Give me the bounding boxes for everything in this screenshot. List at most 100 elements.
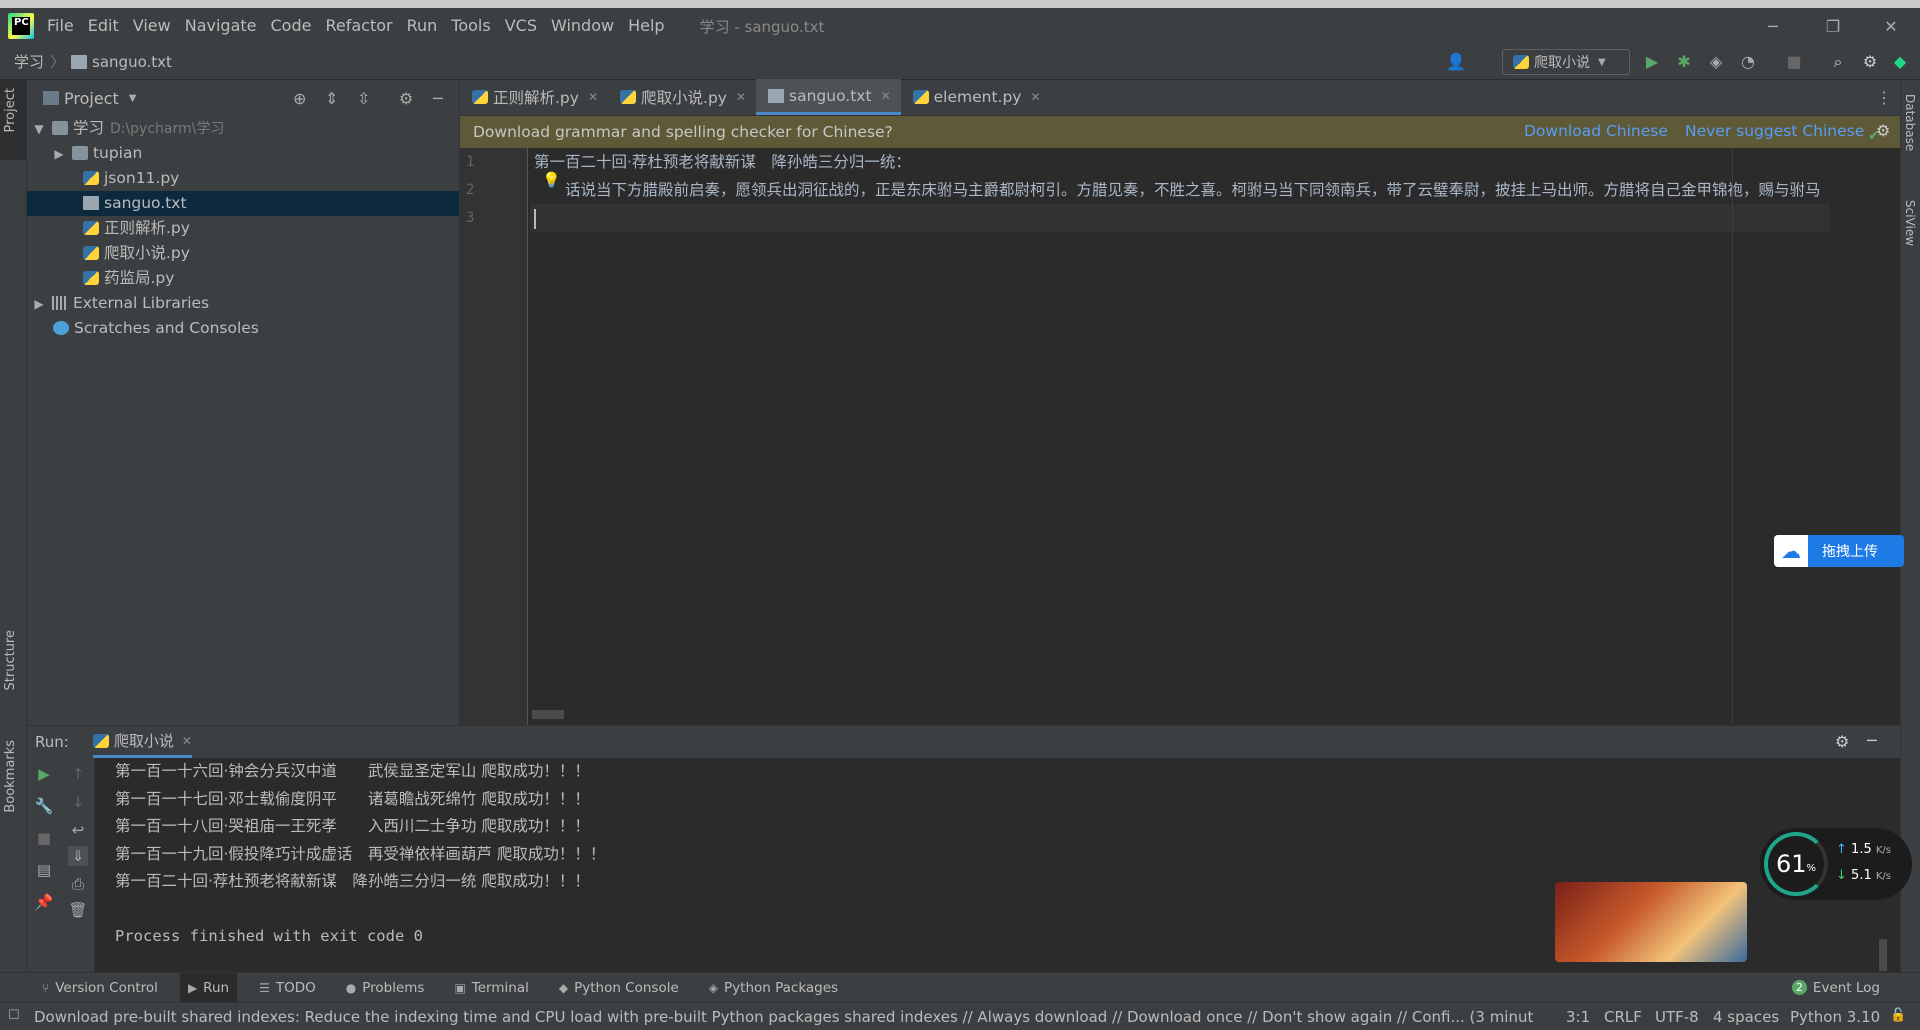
collapse-all-icon[interactable]: ⇳ [357,89,370,108]
breadcrumb-file[interactable]: sanguo.txt [92,53,172,71]
status-message[interactable]: Download pre-built shared indexes: Reduc… [34,1008,1534,1026]
tree-item-scratches[interactable]: Scratches and Consoles [27,316,459,341]
close-tab-icon[interactable]: ✕ [1030,90,1040,104]
restore-icon[interactable]: ❐ [1804,8,1862,44]
run-configuration-select[interactable]: 爬取小说 ▼ [1502,49,1630,75]
menu-code[interactable]: Code [264,8,319,44]
sciview-tool-tab[interactable]: SciView [1903,200,1917,246]
stop-icon[interactable]: ■ [1784,52,1804,72]
database-tool-tab[interactable]: Database [1903,94,1917,151]
run-tab[interactable]: 爬取小说 ✕ [92,726,192,758]
jetbrains-toolbox-icon[interactable]: ◆ [1890,52,1910,72]
close-tab-icon[interactable]: ✕ [881,89,891,103]
tab-terminal[interactable]: ▣ Terminal [446,973,536,1003]
tree-item-regex[interactable]: 正则解析.py [27,216,459,241]
hide-icon[interactable]: ─ [433,89,443,108]
line-separator[interactable]: CRLF [1604,1008,1642,1026]
network-speed-widget[interactable]: 61 % ↑ 1.5 K/s ↓ 5.1 K/s [1760,828,1912,900]
rerun-icon[interactable]: ▶ [34,764,54,784]
profile-icon[interactable]: ◔ [1738,52,1758,72]
user-icon[interactable]: 👤 [1446,52,1466,72]
coverage-icon[interactable]: ◈ [1706,52,1726,72]
tree-item-tupian[interactable]: ▶ tupian [27,141,459,166]
tab-element[interactable]: element.py ✕ [901,79,1051,115]
layout-icon[interactable]: ▤ [34,860,54,880]
arrow-down-icon[interactable]: ↓ [68,792,88,812]
event-log-button[interactable]: 2 Event Log [1791,980,1880,996]
run-icon[interactable]: ▶ [1642,52,1662,72]
minimize-icon[interactable]: ─ [1744,8,1802,44]
tree-item-sanguo[interactable]: sanguo.txt [27,191,459,216]
close-tab-icon[interactable]: ✕ [736,90,746,104]
stop-icon[interactable]: ■ [34,828,54,848]
intention-bulb-icon[interactable]: 💡 [542,171,561,189]
python-interpreter[interactable]: Python 3.10 [1790,1008,1880,1026]
menu-tools[interactable]: Tools [444,8,497,44]
debug-icon[interactable]: ✱ [1674,52,1694,72]
arrow-up-icon[interactable]: ↑ [68,764,88,784]
tab-python-console[interactable]: ◆ Python Console [551,973,687,1003]
wrench-icon[interactable]: 🔧 [34,796,54,816]
menu-run[interactable]: Run [400,8,445,44]
structure-tool-tab[interactable]: Structure [3,630,18,690]
indent-setting[interactable]: 4 spaces [1713,1008,1779,1026]
expand-all-icon[interactable]: ⇕ [325,89,338,108]
tab-crawler[interactable]: 爬取小说.py ✕ [608,79,756,115]
menu-edit[interactable]: Edit [81,8,126,44]
pin-icon[interactable]: 📌 [34,892,54,912]
file-encoding[interactable]: UTF-8 [1655,1008,1699,1026]
menu-refactor[interactable]: Refactor [318,8,399,44]
chevron-down-icon[interactable]: ▼ [129,93,137,104]
vertical-scrollbar[interactable] [1879,939,1887,971]
code-line[interactable]: 话说当下方腊殿前启奏，愿领兵出洞征战的，正是东床驸马主爵都尉柯引。方腊见奏，不胜… [530,176,1830,204]
chevron-right-icon[interactable]: ▶ [51,142,67,167]
tree-item-yaojianju[interactable]: 药监局.py [27,266,459,291]
status-toggle-icon[interactable]: ☐ [8,1008,20,1023]
upload-overlay-button[interactable]: ☁ 拖拽上传 [1774,535,1904,567]
tree-item-external-libraries[interactable]: ▶ External Libraries [27,291,459,316]
menu-navigate[interactable]: Navigate [178,8,264,44]
search-icon[interactable]: ⌕ [1828,52,1848,72]
tab-version-control[interactable]: ⑂ Version Control [34,973,166,1003]
soft-wrap-icon[interactable]: ↩ [68,820,88,840]
download-chinese-link[interactable]: Download Chinese [1524,122,1668,140]
lock-icon[interactable]: 🔓 [1890,1008,1906,1023]
gear-icon[interactable]: ⚙ [1835,732,1849,751]
bookmarks-tool-tab[interactable]: Bookmarks [3,740,18,813]
print-icon[interactable]: ⎙ [68,874,88,894]
tree-item-root[interactable]: ▼ 学习 D:\pycharm\学习 [27,116,459,141]
gear-icon[interactable]: ⚙ [399,89,413,108]
tab-sanguo[interactable]: sanguo.txt ✕ [756,79,901,115]
menu-file[interactable]: File [40,8,81,44]
settings-icon[interactable]: ⚙ [1860,52,1880,72]
trash-icon[interactable]: 🗑 [68,900,88,920]
menu-vcs[interactable]: VCS [498,8,544,44]
tab-python-packages[interactable]: ◈ Python Packages [701,973,846,1003]
close-tab-icon[interactable]: ✕ [588,90,598,104]
game-ad-image[interactable] [1555,882,1747,962]
close-tab-icon[interactable]: ✕ [182,734,192,748]
hide-icon[interactable]: ─ [1867,731,1877,750]
tab-todo[interactable]: ☰ TODO [251,973,324,1003]
chevron-right-icon[interactable]: ▶ [31,292,47,317]
code-line-current[interactable] [530,204,1830,232]
project-panel-title[interactable]: Project [64,89,119,108]
project-tool-tab[interactable]: Project [3,88,18,132]
horizontal-scrollbar[interactable] [532,710,564,719]
more-tabs-icon[interactable]: ⋮ [1876,88,1892,107]
tree-item-crawler[interactable]: 爬取小说.py [27,241,459,266]
tab-problems[interactable]: ● Problems [338,973,433,1003]
breadcrumb-project[interactable]: 学习 [0,51,44,72]
caret-position[interactable]: 3:1 [1566,1008,1590,1026]
close-icon[interactable]: ✕ [1862,8,1920,44]
tree-item-json11[interactable]: json11.py [27,166,459,191]
code-line[interactable]: 第一百二十回·荐杜预老将献新谋 降孙皓三分归一统： [530,148,1830,176]
menu-view[interactable]: View [126,8,178,44]
scroll-to-end-icon[interactable]: ⇓ [68,846,88,866]
chevron-down-icon[interactable]: ▼ [31,117,47,142]
menu-help[interactable]: Help [621,8,671,44]
tab-regex[interactable]: 正则解析.py ✕ [460,79,608,115]
inspection-ok-icon[interactable]: ✔ [1868,128,1880,144]
locate-file-icon[interactable]: ⊕ [293,89,306,108]
never-suggest-link[interactable]: Never suggest Chinese [1685,122,1864,140]
